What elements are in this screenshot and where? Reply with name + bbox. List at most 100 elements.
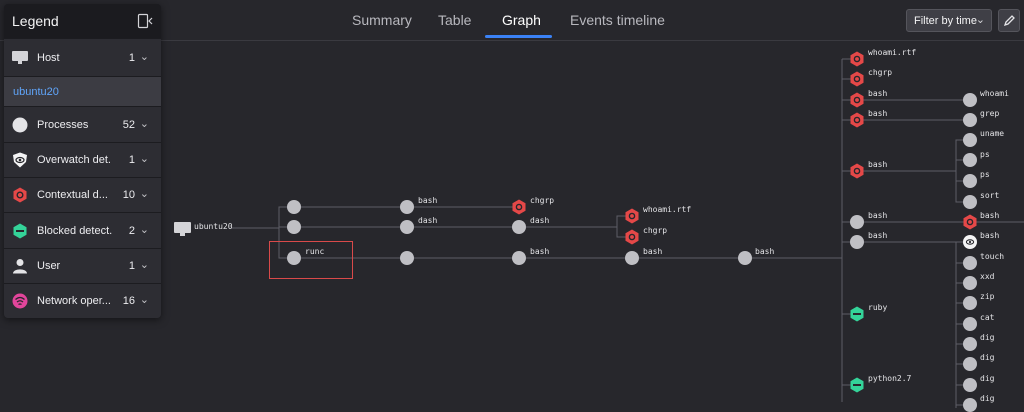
- overwatch-eye-icon: [13, 152, 27, 168]
- graph-node-process[interactable]: [963, 398, 977, 412]
- graph-node-process[interactable]: [963, 174, 977, 188]
- graph-node-process[interactable]: [512, 251, 526, 265]
- host-label: ubuntu20: [194, 222, 233, 231]
- legend-item-count: 10: [122, 189, 135, 201]
- node-label: bash: [980, 211, 999, 220]
- node-label: bash: [418, 196, 437, 205]
- graph-node-process[interactable]: [963, 317, 977, 331]
- node-label: cat: [980, 313, 995, 322]
- node-label: bash: [980, 231, 999, 240]
- node-label: dash: [418, 216, 437, 225]
- legend-host-subitem[interactable]: ubuntu20: [4, 76, 161, 107]
- graph-node-process[interactable]: [400, 200, 414, 214]
- green-hexagon-icon: [13, 223, 27, 239]
- graph-node-contextual[interactable]: [850, 112, 864, 128]
- graph-node-process[interactable]: [287, 200, 301, 214]
- graph-node-process[interactable]: [850, 215, 864, 229]
- graph-node-process[interactable]: [850, 235, 864, 249]
- node-label: bash: [868, 89, 887, 98]
- graph-node-contextual[interactable]: [850, 51, 864, 67]
- graph-node-process[interactable]: [287, 220, 301, 234]
- legend-item-network[interactable]: Network oper... 16 ⌄: [4, 283, 161, 318]
- legend-item-label: Blocked detect...: [37, 225, 112, 237]
- node-label: xxd: [980, 272, 995, 281]
- host-node[interactable]: [174, 222, 191, 236]
- graph-node-process[interactable]: [963, 256, 977, 270]
- node-label: bash: [755, 247, 774, 256]
- graph-node-overwatch[interactable]: [963, 235, 977, 249]
- graph-node-process[interactable]: [963, 296, 977, 310]
- legend-header: Legend: [4, 4, 161, 38]
- selection-highlight-box: [269, 241, 353, 279]
- node-label: bash: [868, 109, 887, 118]
- graph-node-process[interactable]: [738, 251, 752, 265]
- chevron-down-icon: ⌄: [139, 153, 149, 165]
- node-label: whoami: [980, 89, 1009, 98]
- graph-node-process[interactable]: [963, 357, 977, 371]
- graph-node-contextual[interactable]: [850, 92, 864, 108]
- legend-item-label: Contextual d...: [37, 189, 108, 201]
- node-label: python2.7: [868, 374, 912, 383]
- legend-item-user[interactable]: User 1 ⌄: [4, 248, 161, 283]
- chevron-down-icon: ⌄: [139, 51, 149, 63]
- node-label: ps: [980, 150, 990, 159]
- node-label: bash: [868, 231, 887, 240]
- node-label: bash: [643, 247, 662, 256]
- node-label: dig: [980, 353, 995, 362]
- graph-node-contextual[interactable]: [850, 71, 864, 87]
- legend-item-label: Overwatch det...: [37, 154, 112, 166]
- graph-node-process[interactable]: [963, 276, 977, 290]
- graph-node-process[interactable]: [963, 113, 977, 127]
- chevron-down-icon: ⌄: [139, 188, 149, 200]
- graph-node-process[interactable]: [400, 251, 414, 265]
- graph-node-process[interactable]: [963, 337, 977, 351]
- collapse-panel-icon[interactable]: [137, 13, 153, 29]
- legend-item-label: Processes: [37, 119, 89, 131]
- legend-item-label: Network oper...: [37, 295, 111, 307]
- graph-node-process[interactable]: [512, 220, 526, 234]
- graph-node-contextual[interactable]: [850, 163, 864, 179]
- graph-node-blocked[interactable]: [850, 306, 864, 322]
- legend-item-label: User: [37, 260, 61, 272]
- node-label: ruby: [868, 303, 887, 312]
- legend-item-host[interactable]: Host 1 ⌄: [4, 38, 161, 76]
- chevron-down-icon: ⌄: [139, 224, 149, 236]
- legend-panel: Legend Host 1 ⌄ ubuntu20 Processes 52 ⌄ …: [4, 4, 161, 318]
- graph-node-process[interactable]: [963, 195, 977, 209]
- node-label: bash: [868, 160, 887, 169]
- graph-node-process[interactable]: [625, 251, 639, 265]
- graph-node-contextual[interactable]: [625, 208, 639, 224]
- node-label: ps: [980, 170, 990, 179]
- node-label: dig: [980, 394, 995, 403]
- node-label: bash: [868, 211, 887, 220]
- node-label: dig: [980, 333, 995, 342]
- graph-node-process[interactable]: [400, 220, 414, 234]
- node-label: chgrp: [530, 196, 554, 205]
- graph-node-contextual[interactable]: [625, 229, 639, 245]
- legend-item-overwatch[interactable]: Overwatch det... 1 ⌄: [4, 142, 161, 177]
- graph-node-contextual[interactable]: [512, 199, 526, 215]
- node-label: chgrp: [868, 68, 892, 77]
- graph-node-process[interactable]: [963, 93, 977, 107]
- legend-item-count: 1: [128, 154, 135, 166]
- node-label: whoami.rtf: [643, 205, 691, 214]
- chevron-down-icon: ⌄: [139, 259, 149, 271]
- graph-node-contextual[interactable]: [963, 214, 977, 230]
- network-icon: [12, 293, 28, 309]
- chevron-down-icon: ⌄: [139, 294, 149, 306]
- graph-node-process[interactable]: [963, 378, 977, 392]
- graph-node-blocked[interactable]: [850, 377, 864, 393]
- node-label: touch: [980, 252, 1004, 261]
- legend-item-contextual[interactable]: Contextual d... 10 ⌄: [4, 177, 161, 212]
- node-label: whoami.rtf: [868, 48, 916, 57]
- host-name-link[interactable]: ubuntu20: [13, 86, 59, 98]
- legend-item-processes[interactable]: Processes 52 ⌄: [4, 106, 161, 142]
- graph-node-process[interactable]: [963, 153, 977, 167]
- user-icon: [13, 259, 27, 274]
- legend-item-blocked[interactable]: Blocked detect... 2 ⌄: [4, 212, 161, 248]
- node-label: uname: [980, 129, 1004, 138]
- graph-node-process[interactable]: [963, 133, 977, 147]
- legend-item-count: 1: [128, 52, 135, 64]
- node-label: chgrp: [643, 226, 667, 235]
- chevron-down-icon: ⌄: [139, 118, 149, 130]
